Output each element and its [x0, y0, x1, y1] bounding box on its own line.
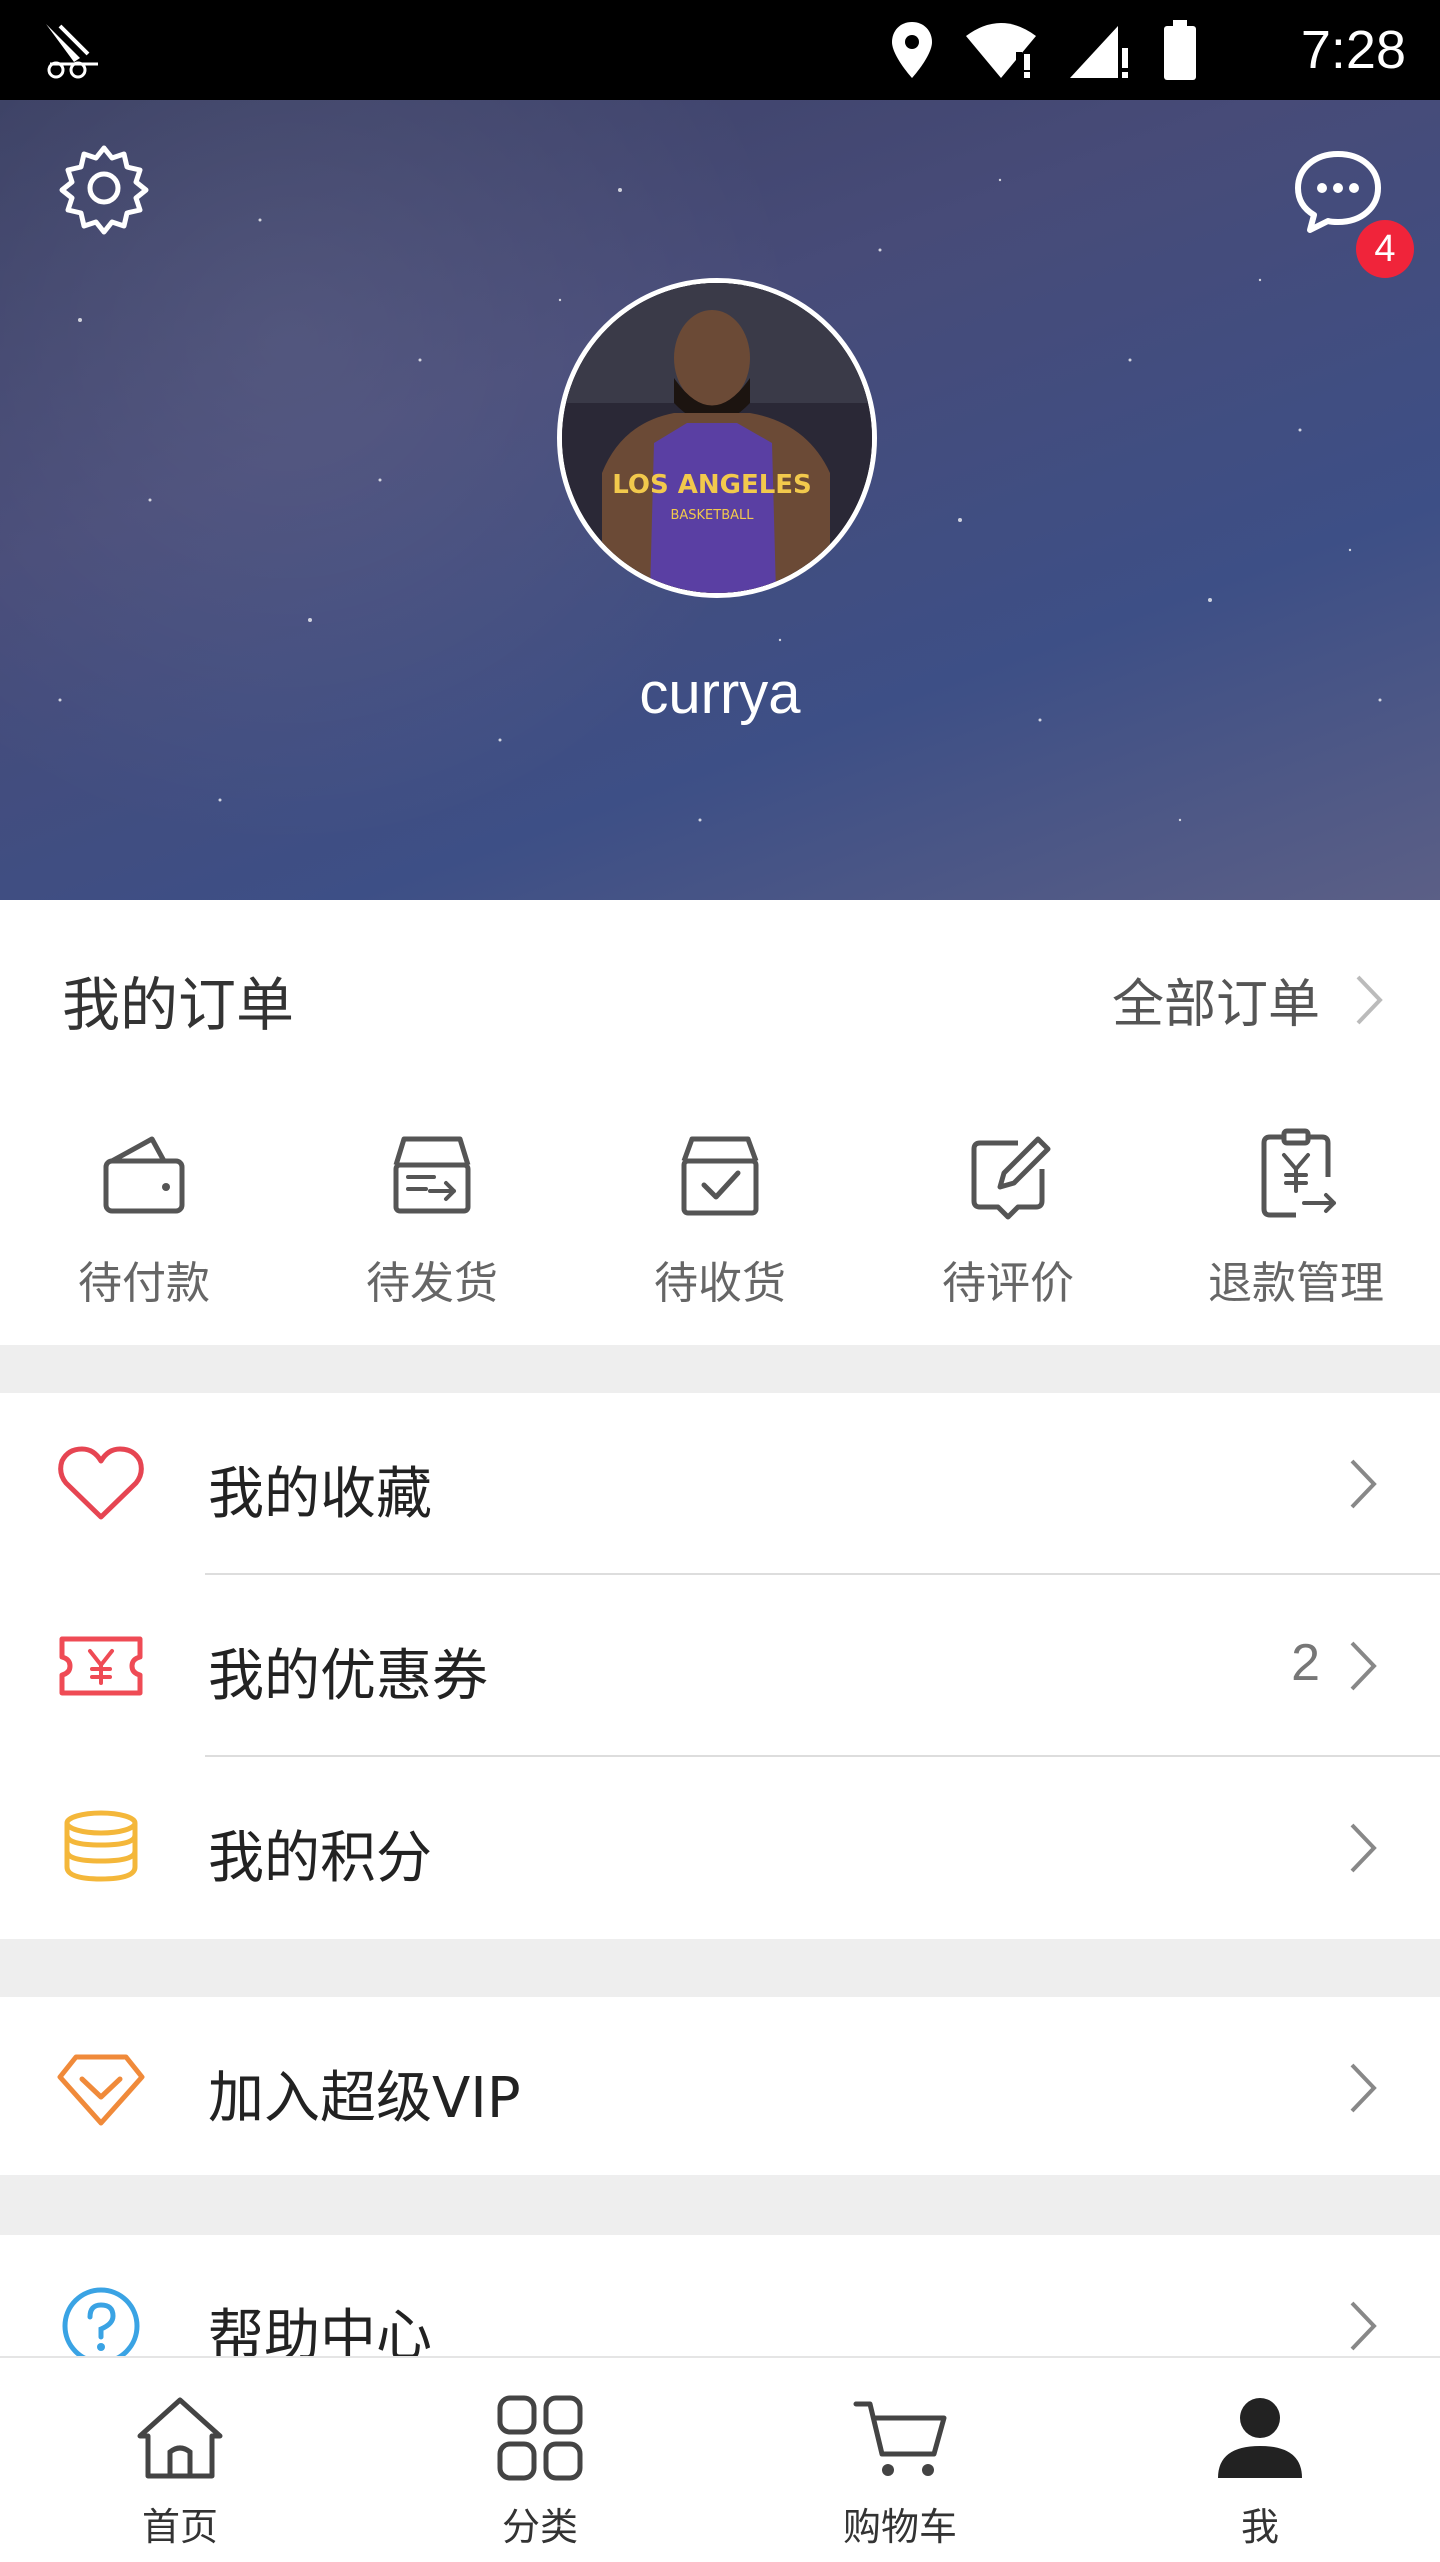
- cart-icon: [853, 2401, 947, 2476]
- menu-group-help: 帮助中心: [0, 2235, 1440, 2356]
- orders-title: 我的订单: [62, 971, 295, 1039]
- bottom-navigation: 首页 分类 购物车 我: [0, 2356, 1440, 2562]
- menu-item-points[interactable]: 我的积分: [0, 1757, 1440, 1939]
- heart-icon: [58, 1446, 144, 1520]
- nav-label: 首页: [141, 2505, 218, 2549]
- order-tab-pending-review[interactable]: 待评价: [864, 1125, 1152, 1325]
- order-tab-pending-shipment[interactable]: 待发货: [288, 1125, 576, 1325]
- chevron-right-icon: [1350, 1641, 1377, 1691]
- settings-gear-icon[interactable]: [56, 140, 152, 236]
- avatar-photo: LOS ANGELES BASKETBALL: [562, 283, 872, 593]
- section-divider: [0, 2175, 1440, 2235]
- box-icon: [393, 1136, 471, 1214]
- menu-item-join-vip[interactable]: 加入超级VIP: [0, 1997, 1440, 2179]
- menu-item-coupons[interactable]: 我的优惠券 2: [0, 1575, 1440, 1757]
- coupon-icon: [59, 1636, 143, 1696]
- svg-text:BASKETBALL: BASKETBALL: [670, 508, 754, 523]
- location-icon: [892, 22, 932, 78]
- coupon-count: 2: [1291, 1634, 1320, 1692]
- menu-group-vip: 加入超级VIP: [0, 1997, 1440, 2175]
- signal-icon: [1070, 26, 1128, 78]
- order-status-tabs: 待付款 待发货 待收货 待评价 退款管理: [0, 1125, 1440, 1325]
- svg-text:LOS ANGELES: LOS ANGELES: [612, 470, 812, 500]
- menu-item-favorites[interactable]: 我的收藏: [0, 1393, 1440, 1575]
- wallet-icon: [103, 1136, 185, 1214]
- nav-cart[interactable]: 购物车: [720, 2358, 1080, 2562]
- menu-item-help-center[interactable]: 帮助中心: [0, 2235, 1440, 2356]
- chevron-right-icon: [1350, 2063, 1377, 2113]
- nav-me[interactable]: 我: [1080, 2358, 1440, 2562]
- wifi-icon: [966, 23, 1036, 78]
- order-tab-pending-receipt[interactable]: 待收货: [576, 1125, 864, 1325]
- home-icon: [137, 2397, 223, 2479]
- avatar[interactable]: LOS ANGELES BASKETBALL: [557, 278, 877, 598]
- diamond-icon: [57, 2054, 145, 2126]
- nav-label: 购物车: [842, 2505, 957, 2549]
- order-tab-pending-payment[interactable]: 待付款: [0, 1125, 288, 1325]
- nav-label: 分类: [501, 2505, 578, 2549]
- menu-group-account: 我的收藏 我的优惠券 2 我的积分: [0, 1393, 1440, 1939]
- section-divider: [0, 1939, 1440, 1997]
- username: currya: [639, 661, 801, 726]
- coins-icon: [64, 1810, 138, 1882]
- chevron-right-icon: [1350, 1459, 1377, 1509]
- edit-icon: [971, 1136, 1051, 1220]
- app-logo-icon: [46, 24, 98, 79]
- section-divider: [0, 1345, 1440, 1393]
- all-orders-label: 全部订单: [1111, 975, 1320, 1035]
- order-tab-label: 待收货: [654, 1258, 786, 1309]
- message-count-badge: 4: [1356, 220, 1414, 278]
- grid-icon: [497, 2395, 583, 2481]
- order-tab-label: 待付款: [78, 1258, 210, 1309]
- order-tab-label: 待评价: [942, 1258, 1074, 1309]
- box-check-icon: [681, 1136, 759, 1216]
- orders-section: 我的订单 全部订单 待付款 待发货 待收货 待评价 退款管理: [0, 900, 1440, 1345]
- menu-item-label: 我的优惠券: [208, 1644, 488, 1709]
- order-tab-label: 退款管理: [1208, 1258, 1384, 1309]
- battery-icon: [1164, 20, 1196, 80]
- menu-item-label: 加入超级VIP: [208, 2066, 521, 2131]
- status-bar: 7:28: [0, 0, 1440, 100]
- refund-icon: [1261, 1128, 1336, 1218]
- chevron-right-icon: [1356, 975, 1383, 1024]
- profile-icon: [1218, 2398, 1302, 2478]
- order-tab-label: 待发货: [366, 1258, 498, 1309]
- help-icon: [62, 2287, 140, 2356]
- chevron-right-icon: [1350, 2301, 1377, 2351]
- profile-header: 4 LOS ANGELES BASKETBALL currya: [0, 100, 1440, 900]
- menu-item-label: 我的积分: [208, 1826, 432, 1891]
- nav-category[interactable]: 分类: [360, 2358, 720, 2562]
- all-orders-link[interactable]: 全部订单: [1112, 962, 1384, 1037]
- menu-item-label: 我的收藏: [208, 1462, 432, 1527]
- chevron-right-icon: [1350, 1823, 1377, 1873]
- order-tab-refund[interactable]: 退款管理: [1152, 1125, 1440, 1325]
- menu-item-label: 帮助中心: [208, 2304, 432, 2356]
- nav-label: 我: [1240, 2505, 1279, 2549]
- nav-home[interactable]: 首页: [0, 2358, 360, 2562]
- clock: 7:28: [1300, 20, 1406, 80]
